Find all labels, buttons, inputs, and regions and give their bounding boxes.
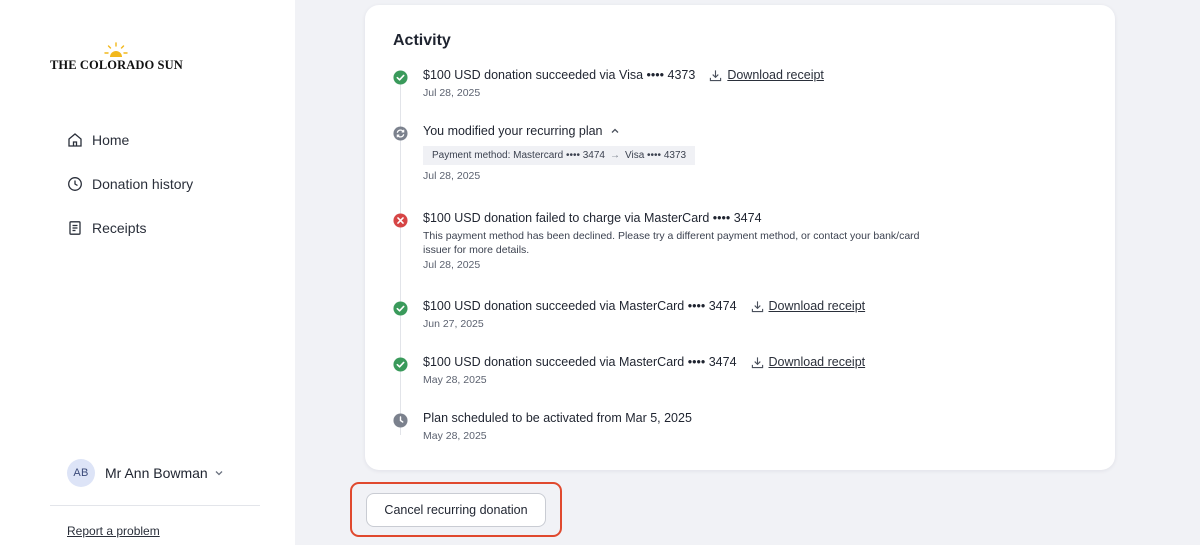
event-title: Plan scheduled to be activated from Mar … xyxy=(423,411,692,425)
sidebar: THE COLORADO SUN Home Donation history R… xyxy=(0,0,295,545)
sidebar-divider xyxy=(50,505,260,506)
user-menu[interactable]: AB Mr Ann Bowman xyxy=(67,459,224,487)
sidebar-item-label: Donation history xyxy=(92,176,194,192)
event-title: $100 USD donation succeeded via MasterCa… xyxy=(423,299,737,313)
cancel-recurring-donation-button[interactable]: Cancel recurring donation xyxy=(366,493,546,527)
event-title: $100 USD donation succeeded via Visa •••… xyxy=(423,68,696,82)
logo-text: THE COLORADO SUN xyxy=(50,58,183,72)
check-circle-icon xyxy=(393,357,408,372)
sidebar-item-label: Home xyxy=(92,132,130,148)
download-receipt-label: Download receipt xyxy=(768,355,866,369)
sidebar-item-receipts[interactable]: Receipts xyxy=(67,217,193,239)
check-circle-icon xyxy=(393,301,408,316)
home-icon xyxy=(67,132,83,148)
clock-icon xyxy=(67,176,83,192)
cancel-highlight: Cancel recurring donation xyxy=(350,482,562,537)
download-receipt-label: Download receipt xyxy=(727,68,824,82)
sidebar-item-label: Receipts xyxy=(92,220,147,236)
chevron-down-icon xyxy=(215,471,223,476)
sidebar-item-home[interactable]: Home xyxy=(67,129,193,151)
event-date: Jul 28, 2025 xyxy=(423,259,481,271)
clock-icon xyxy=(393,413,408,428)
receipt-icon xyxy=(67,220,83,236)
report-problem-link[interactable]: Report a problem xyxy=(67,524,160,538)
event-title: $100 USD donation succeeded via MasterCa… xyxy=(423,355,737,369)
event-title: You modified your recurring plan xyxy=(423,124,603,138)
check-circle-icon xyxy=(393,70,408,85)
event-date: Jul 28, 2025 xyxy=(423,170,481,182)
event-date: May 28, 2025 xyxy=(423,430,487,442)
download-receipt-link[interactable]: Download receipt xyxy=(751,299,866,313)
change-from: Mastercard •••• 3474 xyxy=(513,150,605,161)
activity-title: Activity xyxy=(393,32,451,49)
download-icon xyxy=(751,300,763,312)
event-description: This payment method has been declined. P… xyxy=(423,230,920,256)
activity-card: Activity $100 USD donation succeeded via… xyxy=(365,5,1115,470)
payment-change-box: Payment method: Mastercard •••• 3474 → Vis… xyxy=(423,146,696,165)
download-icon xyxy=(710,69,722,81)
change-to: Visa •••• 4373 xyxy=(624,150,687,161)
event-date: Jul 28, 2025 xyxy=(423,87,481,99)
download-receipt-link[interactable]: Download receipt xyxy=(709,68,824,82)
sidebar-nav: Home Donation history Receipts xyxy=(67,129,193,261)
download-receipt-link[interactable]: Download receipt xyxy=(751,355,866,369)
chevron-up-icon[interactable] xyxy=(610,126,620,136)
download-icon xyxy=(751,356,763,368)
event-date: Jun 27, 2025 xyxy=(423,318,484,330)
arrow-right-icon: → xyxy=(609,150,620,161)
sun-icon xyxy=(104,42,128,57)
event-title: $100 USD donation failed to charge via M… xyxy=(423,211,762,225)
change-label: Payment method: xyxy=(432,150,511,161)
user-name: Mr Ann Bowman xyxy=(105,465,208,481)
error-circle-icon xyxy=(393,213,408,228)
sidebar-item-donation-history[interactable]: Donation history xyxy=(67,173,193,195)
event-date: May 28, 2025 xyxy=(423,374,487,386)
download-receipt-label: Download receipt xyxy=(768,299,866,313)
refresh-icon xyxy=(393,126,408,141)
avatar: AB xyxy=(67,459,95,487)
